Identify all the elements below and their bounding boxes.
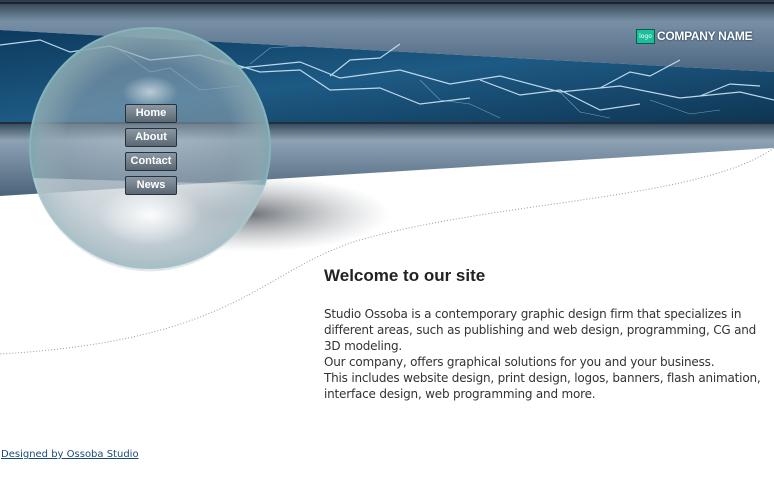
nav-contact-button[interactable]: Contact bbox=[125, 152, 177, 171]
nav-about-button[interactable]: About bbox=[125, 128, 177, 147]
header-banner bbox=[0, 0, 774, 355]
main-nav: Home About Contact News bbox=[125, 104, 177, 200]
nav-news-button[interactable]: News bbox=[125, 176, 177, 195]
nav-home-button[interactable]: Home bbox=[125, 104, 177, 123]
company-logo[interactable]: logo bbox=[636, 29, 655, 44]
solutions-paragraph: Our company, offers graphical solutions … bbox=[324, 355, 715, 369]
services-paragraph: This includes website design, print desi… bbox=[324, 371, 761, 401]
company-name: COMPANY NAME bbox=[657, 29, 753, 43]
main-content: Studio Ossoba is a contemporary graphic … bbox=[324, 306, 774, 402]
intro-paragraph: Studio Ossoba is a contemporary graphic … bbox=[324, 307, 757, 353]
page-title: Welcome to our site bbox=[324, 266, 486, 285]
designer-credit-link[interactable]: Designed by Ossoba Studio bbox=[1, 449, 139, 460]
